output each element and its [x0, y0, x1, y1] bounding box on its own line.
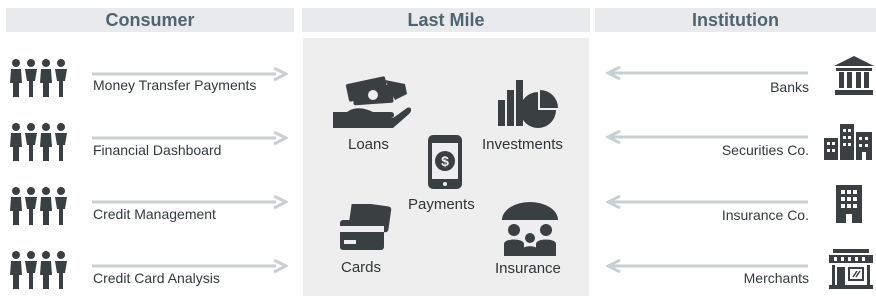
investments-label: Investments — [482, 136, 563, 153]
consumer-item-label: Money Transfer Payments — [93, 77, 257, 93]
storefront-icon — [829, 249, 873, 289]
loans-label: Loans — [348, 136, 389, 153]
cards-label: Cards — [341, 259, 382, 276]
last-mile-header: Last Mile — [302, 8, 590, 32]
consumer-item-label: Credit Card Analysis — [93, 270, 220, 286]
insurance-label: Insurance — [495, 260, 561, 277]
institution-header: Institution — [595, 8, 876, 32]
institution-item-label: Insurance Co. — [721, 207, 809, 223]
institution-item-label: Securities Co. — [721, 142, 809, 158]
hand-money-icon — [333, 74, 411, 130]
bank-building-icon — [834, 56, 874, 96]
institution-item-label: Merchants — [743, 270, 809, 286]
credit-cards-icon — [338, 204, 392, 252]
umbrella-family-icon — [500, 200, 560, 258]
institution-item-label: Banks — [770, 79, 809, 95]
people-group-icon — [8, 58, 72, 98]
consumer-header: Consumer — [6, 8, 294, 32]
consumer-item-label: Credit Management — [93, 206, 216, 222]
bar-pie-chart-icon — [498, 80, 562, 132]
mobile-payment-icon: $ — [427, 134, 463, 190]
people-group-icon — [8, 122, 72, 162]
people-group-icon — [8, 186, 72, 226]
people-group-icon — [8, 250, 72, 290]
city-buildings-icon — [824, 124, 874, 160]
office-building-icon — [836, 185, 862, 223]
payments-label: Payments — [408, 196, 475, 213]
svg-text:$: $ — [441, 153, 449, 169]
consumer-item-label: Financial Dashboard — [93, 142, 222, 158]
institution-arrow-1 — [606, 66, 808, 80]
